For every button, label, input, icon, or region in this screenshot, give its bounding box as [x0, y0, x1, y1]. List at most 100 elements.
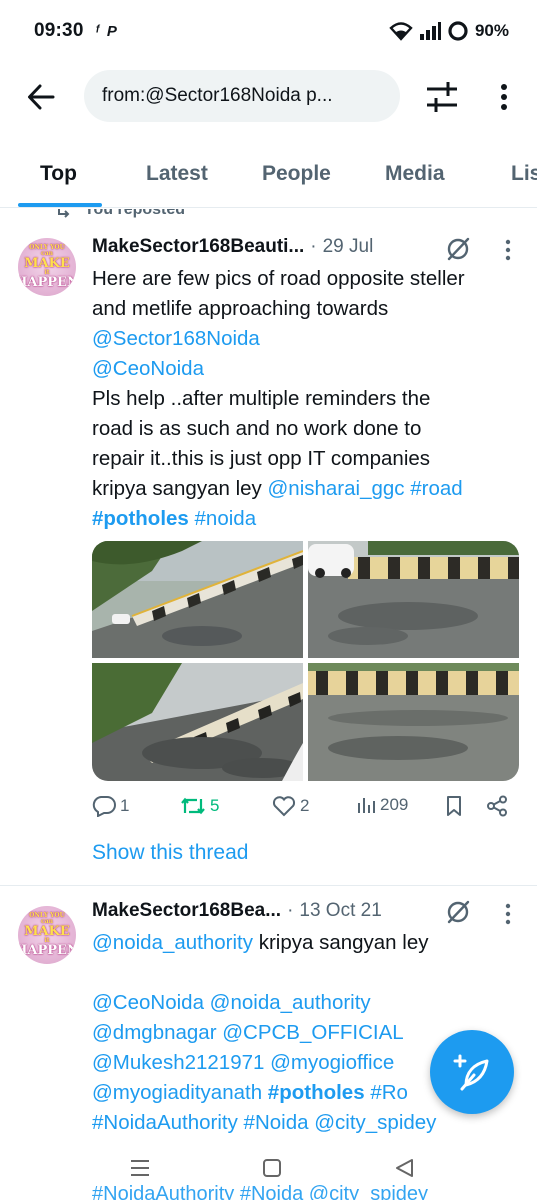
- tweet-more-icon[interactable]: [505, 903, 511, 925]
- tweet-line-text: kripya sangyan ley: [253, 931, 429, 954]
- repost-small-icon: [58, 209, 70, 218]
- tweet-actions: 1 5 2 209: [92, 795, 512, 825]
- tweet-line: @noida_authority kripya sangyan ley: [92, 928, 532, 958]
- tab-lists[interactable]: Lis: [511, 162, 537, 186]
- avatar-text-happen: HAPPEN: [18, 275, 76, 290]
- tweet-date[interactable]: 13 Oct 21: [299, 900, 381, 922]
- arrow-left-icon: [28, 84, 55, 110]
- search-results-feed: You reposted ONLY YOU can MAKE it HAPPEN…: [0, 209, 537, 1149]
- mention-link[interactable]: @nisharai_ggc: [267, 477, 404, 500]
- more-options-button[interactable]: [490, 80, 518, 114]
- separator-dot: ·: [287, 900, 294, 921]
- tweet-header: MakeSector168Bea... · 13 Oct 21: [92, 900, 382, 922]
- share-icon: [487, 795, 507, 817]
- battery-icon: [448, 21, 468, 41]
- compose-feather-icon: [453, 1054, 489, 1091]
- show-thread-link[interactable]: Show this thread: [92, 841, 248, 865]
- like-count: 2: [300, 796, 310, 815]
- scrolled-content-peek: #NoidaAuthority #Noida @city_spidey: [92, 1183, 429, 1200]
- avatar[interactable]: ONLY YOU can MAKE it HAPPEN: [18, 238, 76, 296]
- back-nav-icon[interactable]: [392, 1157, 416, 1179]
- mention-links[interactable]: @CeoNoida @noida_authority: [92, 988, 532, 1018]
- reply-count: 1: [120, 796, 130, 815]
- search-tabs: Top Latest People Media Lis: [0, 150, 537, 208]
- tweet-divider: [0, 885, 537, 886]
- tab-latest[interactable]: Latest: [146, 162, 208, 186]
- mention-link[interactable]: @CeoNoida: [92, 354, 522, 384]
- tab-media[interactable]: Media: [385, 162, 445, 186]
- recent-apps-icon[interactable]: [128, 1157, 152, 1179]
- status-time: 09:30: [34, 20, 84, 41]
- avatar-text-happen: HAPPEN: [18, 943, 76, 958]
- hashtag-link[interactable]: #road: [410, 477, 462, 500]
- road-photo-1[interactable]: [92, 541, 303, 658]
- like-button[interactable]: 2: [272, 795, 309, 817]
- retweet-button[interactable]: 5: [180, 795, 219, 817]
- retweet-count: 5: [210, 796, 220, 815]
- search-filter-button[interactable]: [424, 80, 460, 114]
- search-input[interactable]: from:@Sector168Noida p...: [84, 70, 400, 122]
- signal-icon: [419, 22, 441, 40]
- mention-link[interactable]: @Sector168Noida: [92, 324, 522, 354]
- tweet-header: MakeSector168Beauti... · 29 Jul: [92, 236, 373, 258]
- tweet-date[interactable]: 29 Jul: [323, 236, 374, 258]
- retweet-icon: [181, 797, 205, 815]
- views-chart-icon: [358, 798, 375, 813]
- separator-dot: ·: [310, 236, 317, 257]
- heart-icon: [272, 796, 296, 817]
- home-icon[interactable]: [260, 1157, 284, 1179]
- bookmark-icon: [447, 796, 461, 816]
- tab-top[interactable]: Top: [40, 162, 77, 186]
- views-button[interactable]: 209: [356, 795, 408, 815]
- paytm-notification-icon: P: [106, 22, 117, 40]
- tweet-more-icon[interactable]: [505, 239, 511, 261]
- wifi-icon: [389, 22, 413, 41]
- back-button[interactable]: [24, 80, 58, 114]
- facebook-notification-icon: ᶠ: [95, 22, 99, 40]
- tweet-line: repair it..this is just opp IT companies: [92, 447, 431, 470]
- grok-icon[interactable]: [445, 236, 471, 262]
- hashtag-link[interactable]: #noida: [195, 507, 257, 530]
- battery-percent: 90%: [474, 21, 509, 40]
- tweet-text: Here are few pics of road opposite stell…: [92, 264, 522, 534]
- repost-context: You reposted: [56, 209, 185, 219]
- reply-button[interactable]: 1: [92, 795, 129, 817]
- status-bar: 09:30 ᶠ P 90%: [0, 0, 537, 62]
- road-photo-3[interactable]: [92, 663, 303, 781]
- display-name[interactable]: MakeSector168Beauti...: [92, 236, 304, 258]
- hashtag-link[interactable]: #potholes: [92, 507, 189, 530]
- share-button[interactable]: [486, 795, 508, 817]
- search-query-text: from:@Sector168Noida p...: [102, 85, 333, 106]
- grok-icon[interactable]: [445, 899, 471, 925]
- tweet-line: Pls help ..after multiple reminders the: [92, 387, 431, 410]
- views-count: 209: [380, 795, 409, 814]
- avatar[interactable]: ONLY YOU can MAKE it HAPPEN: [18, 906, 76, 964]
- bookmark-button[interactable]: [444, 795, 464, 817]
- mention-link[interactable]: @myogiadityanath: [92, 1081, 268, 1104]
- tweet-line: and metlife approaching towards: [92, 297, 389, 320]
- road-photo-2[interactable]: [308, 541, 519, 658]
- search-header: from:@Sector168Noida p...: [0, 62, 537, 130]
- media-grid: [92, 541, 519, 781]
- notification-icons: ᶠ P: [96, 23, 117, 40]
- vertical-dots-icon: [501, 84, 507, 110]
- hashtag-link[interactable]: #potholes: [268, 1081, 365, 1104]
- tweet-line: Here are few pics of road opposite stell…: [92, 267, 465, 290]
- tweet-line: kripya sangyan ley @nisharai_ggc #road: [92, 474, 522, 504]
- tweet-line: #potholes #noida: [92, 504, 522, 534]
- hashtag-link[interactable]: #Ro: [365, 1081, 408, 1104]
- tweet-line-text: kripya sangyan ley: [92, 477, 268, 500]
- reposted-label: You reposted: [84, 209, 186, 218]
- compose-post-button[interactable]: [430, 1030, 514, 1114]
- active-tab-indicator: [18, 203, 102, 207]
- sliders-icon: [427, 82, 457, 112]
- display-name[interactable]: MakeSector168Bea...: [92, 900, 281, 922]
- tweet-line: road is as such and no work done to: [92, 417, 422, 440]
- mention-link[interactable]: @noida_authority: [92, 931, 253, 954]
- android-nav-bar: #NoidaAuthority #Noida @city_spidey: [0, 1149, 537, 1200]
- road-photo-4[interactable]: [308, 663, 519, 781]
- status-right: 90%: [389, 20, 509, 42]
- tab-people[interactable]: People: [262, 162, 331, 186]
- reply-icon: [92, 796, 116, 817]
